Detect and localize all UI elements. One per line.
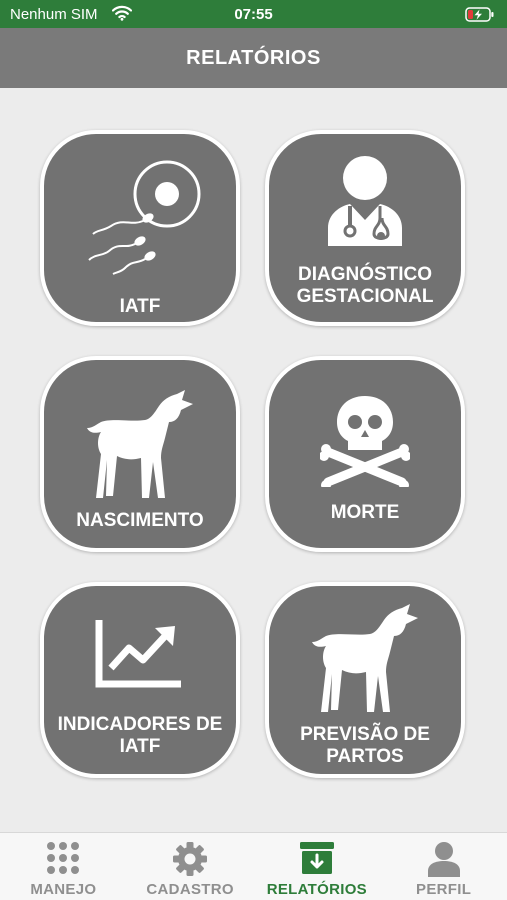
tile-label: PREVISÃO DE PARTOS bbox=[300, 724, 430, 767]
battery-charging-icon bbox=[465, 7, 495, 26]
tab-bar: MANEJO CADASTRO RELATÓRIOS PERFIL bbox=[0, 832, 507, 900]
doctor-icon bbox=[269, 154, 461, 249]
tile-nascimento[interactable]: NASCIMENTO bbox=[40, 356, 240, 552]
skull-crossbones-icon bbox=[269, 392, 461, 487]
gear-icon bbox=[127, 841, 254, 877]
tab-cadastro[interactable]: CADASTRO bbox=[127, 833, 254, 900]
tab-label: CADASTRO bbox=[146, 881, 234, 898]
tab-label: RELATÓRIOS bbox=[266, 881, 367, 898]
trending-up-chart-icon bbox=[44, 618, 236, 688]
tile-label: MORTE bbox=[330, 502, 400, 523]
calf-icon bbox=[44, 388, 236, 503]
tile-label: NASCIMENTO bbox=[76, 510, 204, 531]
tile-label: IATF bbox=[119, 296, 161, 317]
user-icon bbox=[380, 841, 507, 877]
tile-label: DIAGNÓSTICO GESTACIONAL bbox=[296, 264, 434, 307]
tab-relatorios[interactable]: RELATÓRIOS bbox=[254, 833, 381, 900]
tab-label: MANEJO bbox=[30, 881, 97, 898]
tile-indicadores-iatf[interactable]: INDICADORES DE IATF bbox=[40, 582, 240, 778]
status-bar: Nenhum SIM 07:55 bbox=[0, 0, 507, 28]
tab-manejo[interactable]: MANEJO bbox=[0, 833, 127, 900]
grid-dots-icon bbox=[0, 841, 127, 875]
tile-label: INDICADORES DE IATF bbox=[57, 714, 223, 757]
tile-previsao-partos[interactable]: PREVISÃO DE PARTOS bbox=[265, 582, 465, 778]
calf-icon bbox=[269, 602, 461, 717]
page-title: RELATÓRIOS bbox=[0, 28, 507, 88]
tile-morte[interactable]: MORTE bbox=[265, 356, 465, 552]
tab-perfil[interactable]: PERFIL bbox=[380, 833, 507, 900]
tile-iatf[interactable]: IATF bbox=[40, 130, 240, 326]
tab-label: PERFIL bbox=[416, 881, 472, 898]
tile-diagnostico-gestacional[interactable]: DIAGNÓSTICO GESTACIONAL bbox=[265, 130, 465, 326]
archive-download-icon bbox=[254, 841, 381, 875]
sperm-egg-icon bbox=[44, 156, 236, 276]
clock: 07:55 bbox=[234, 6, 273, 23]
